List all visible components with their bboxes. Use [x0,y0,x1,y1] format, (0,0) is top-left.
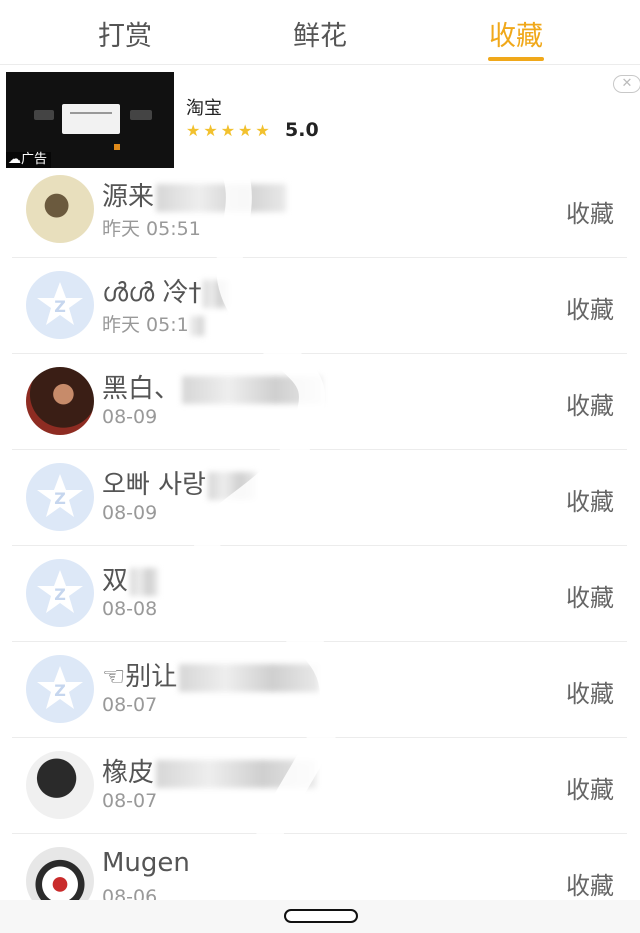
favorite-button[interactable]: 收藏 [566,770,614,805]
ad-app-name: 淘宝 [186,98,222,119]
favorite-button[interactable]: 收藏 [566,386,614,421]
default-avatar-icon: Z [37,570,83,613]
user-name: ☜别让 [102,656,320,693]
user-name: 黑白、 [102,368,323,405]
ad-banner[interactable]: ☁广告 淘宝 ★★★★★ 5.0 ✕ [0,64,640,170]
avatar[interactable] [26,175,94,243]
svg-text:Z: Z [54,585,66,604]
avatar[interactable]: Z [26,559,94,627]
user-name: 双 [102,560,159,597]
ad-rating-stars: ★★★★★ [186,121,273,140]
user-name: 오빠 사랑 [102,464,256,501]
tab-reward[interactable]: 打赏 [70,14,180,53]
list-item[interactable]: Z ൾൾ 冷† 昨天 05:1 收藏 [12,258,627,354]
timestamp: 08-07 [102,694,158,716]
list-item[interactable]: Z 오빠 사랑 08-09 收藏 [12,450,627,546]
tab-bar: 打赏 鲜花 收藏 [0,0,640,65]
user-name: ൾൾ 冷† [102,272,230,309]
list-item[interactable]: 黑白、 08-09 收藏 [12,354,627,450]
favorite-button[interactable]: 收藏 [566,866,614,901]
favorites-list: 源来 昨天 05:51 收藏 Z ൾൾ 冷† 昨天 05:1 收藏 黑白、 08… [0,162,640,929]
favorite-button[interactable]: 收藏 [566,194,614,229]
favorite-button[interactable]: 收藏 [566,674,614,709]
avatar[interactable] [26,367,94,435]
timestamp: 08-09 [102,406,158,428]
list-item[interactable]: Z ☜别让 08-07 收藏 [12,642,627,738]
user-name: Mugen [102,848,190,878]
tab-favorites[interactable]: 收藏 [461,14,571,53]
favorite-button[interactable]: 收藏 [566,482,614,517]
svg-text:Z: Z [54,489,66,508]
list-item[interactable]: Z 双 08-08 收藏 [12,546,627,642]
list-item[interactable]: 源来 昨天 05:51 收藏 [12,162,627,258]
active-tab-indicator [488,57,544,61]
timestamp: 08-08 [102,598,158,620]
tab-flowers[interactable]: 鲜花 [265,14,375,53]
timestamp: 08-07 [102,790,158,812]
user-name: 橡皮 [102,752,317,789]
avatar[interactable]: Z [26,655,94,723]
close-icon[interactable]: ✕ [613,75,640,93]
ad-thumbnail[interactable]: ☁广告 [6,72,174,168]
svg-text:Z: Z [54,297,66,316]
navigation-bar [0,900,640,933]
timestamp: 08-09 [102,502,158,524]
default-avatar-icon: Z [37,282,83,325]
ad-rating-value: 5.0 [285,119,319,141]
default-avatar-icon: Z [37,666,83,709]
avatar[interactable]: Z [26,463,94,531]
user-name: 源来 [102,176,287,213]
timestamp: 昨天 05:51 [102,218,201,240]
favorite-button[interactable]: 收藏 [566,578,614,613]
favorite-button[interactable]: 收藏 [566,290,614,325]
home-indicator[interactable] [284,909,358,923]
list-item[interactable]: 橡皮 08-07 收藏 [12,738,627,834]
avatar[interactable] [26,751,94,819]
svg-text:Z: Z [54,681,66,700]
timestamp: 昨天 05:1 [102,310,205,337]
avatar[interactable]: Z [26,271,94,339]
default-avatar-icon: Z [37,474,83,517]
